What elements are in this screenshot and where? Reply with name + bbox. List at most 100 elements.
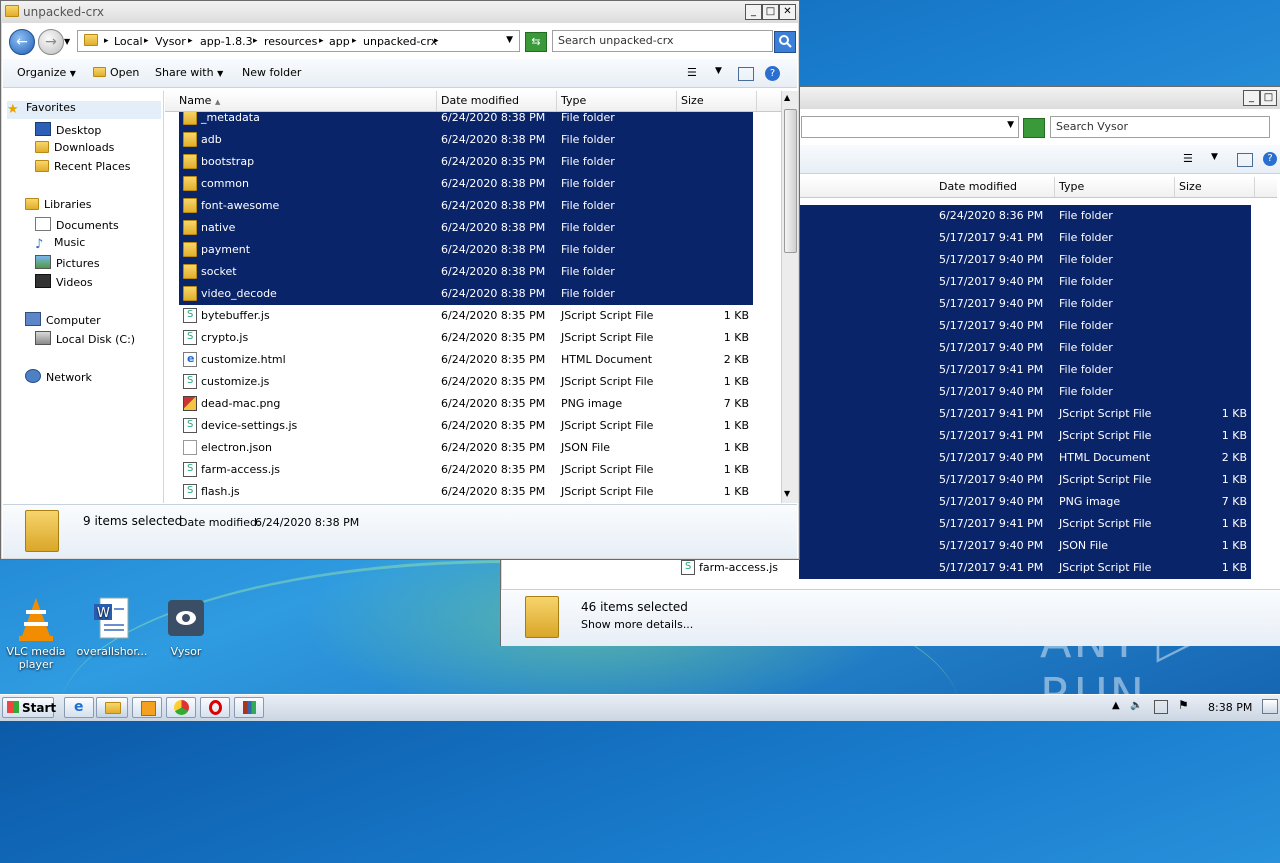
start-button[interactable]: Start [2,697,56,718]
file-row[interactable]: customize.html 6/24/2020 8:35 PM HTML Docu… [179,349,753,371]
nav-favorites[interactable]: ★ Favorites [7,101,161,119]
volume-icon[interactable]: 🔈 [1130,700,1142,711]
chevron-down-icon[interactable]: ▼ [506,35,513,45]
view-options-icon[interactable]: ☰ [1183,152,1193,165]
file-row[interactable]: 5/17/2017 9:41 PM File folder [799,359,1251,381]
recent-pages-icon[interactable]: ▼ [64,37,70,46]
file-row[interactable]: 5/17/2017 9:40 PM File folder [799,293,1251,315]
scroll-up-icon[interactable]: ▲ [784,93,790,102]
close-button[interactable]: ✕ [779,4,796,20]
nav-recent-places[interactable]: Recent Places [35,160,131,173]
nav-documents[interactable]: Documents [35,217,119,232]
file-row[interactable]: font-awesome 6/24/2020 8:38 PM File folder [179,195,753,217]
file-row[interactable]: device-settings.js 6/24/2020 8:35 PM JScri… [179,415,753,437]
file-row[interactable]: 5/17/2017 9:40 PM JScript Script File 1 KB [799,469,1251,491]
taskbar-chrome-button[interactable] [166,697,196,718]
new-folder-button[interactable]: New folder [242,66,301,79]
vertical-scrollbar[interactable]: ▲ ▼ [781,91,798,503]
file-row[interactable]: 5/17/2017 9:41 PM JScript Script File 1 KB [799,403,1251,425]
column-date[interactable]: Date modified [935,177,1055,197]
nav-videos[interactable]: Videos [35,274,93,289]
forward-button[interactable]: → [38,29,64,55]
file-row[interactable]: 5/17/2017 9:40 PM File folder [799,315,1251,337]
file-row[interactable]: _metadata 6/24/2020 8:38 PM File folder [179,112,753,129]
nav-local-disk[interactable]: Local Disk (C:) [35,331,135,346]
file-row[interactable]: 5/17/2017 9:40 PM PNG image 7 KB [799,491,1251,513]
taskbar-media-button[interactable] [132,697,162,718]
file-row[interactable]: 6/24/2020 8:36 PM File folder [799,205,1251,227]
file-row[interactable]: 5/17/2017 9:41 PM File folder [799,227,1251,249]
column-name[interactable]: Name ▲ [175,91,437,111]
file-row[interactable]: video_decode 6/24/2020 8:38 PM File folder [179,283,753,305]
file-row[interactable]: 5/17/2017 9:41 PM JScript Script File 1 KB [799,513,1251,535]
show-desktop-button[interactable] [1262,699,1278,714]
breadcrumb-vysor[interactable]: Vysor [155,35,186,48]
nav-computer[interactable]: Computer [25,312,101,327]
file-row[interactable]: electron.json 6/24/2020 8:35 PM JSON File 1… [179,437,753,459]
search-input[interactable]: Search unpacked-crx [552,30,773,52]
taskbar-opera-button[interactable] [200,697,230,718]
search-icon[interactable] [774,31,796,53]
nav-pictures[interactable]: Pictures [35,255,100,270]
address-bar[interactable]: ▸ Local ▸ Vysor ▸ app-1.8.3 ▸ resources … [77,30,520,52]
nav-desktop[interactable]: Desktop [35,122,101,137]
file-row[interactable]: 5/17/2017 9:40 PM HTML Document 2 KB [799,447,1251,469]
file-row[interactable]: 5/17/2017 9:40 PM File folder [799,381,1251,403]
desktop-icon-word-doc[interactable]: W overallshor... [72,596,152,658]
taskbar-winrar-button[interactable] [234,697,264,718]
column-size[interactable]: Size [1175,177,1255,197]
file-row[interactable]: customize.js 6/24/2020 8:35 PM JScript Scr… [179,371,753,393]
nav-libraries[interactable]: Libraries [25,198,92,211]
desktop-icon-vysor[interactable]: Vysor [146,596,226,658]
column-type[interactable]: Type [557,91,677,111]
help-icon[interactable]: ? [1263,152,1277,166]
file-row[interactable]: native 6/24/2020 8:38 PM File folder [179,217,753,239]
file-row[interactable]: 5/17/2017 9:41 PM JScript Script File 1 KB [799,425,1251,447]
maximize-button[interactable]: □ [762,4,779,20]
show-hidden-icons[interactable]: ▲ [1112,700,1120,711]
minimize-button[interactable]: _ [1243,90,1260,106]
file-row[interactable]: bytebuffer.js 6/24/2020 8:35 PM JScript Sc… [179,305,753,327]
column-type[interactable]: Type [1055,177,1175,197]
column-date[interactable]: Date modified [437,91,557,111]
breadcrumb-app[interactable]: app [329,35,350,48]
file-row[interactable]: crypto.js 6/24/2020 8:35 PM JScript Script… [179,327,753,349]
file-row[interactable]: 5/17/2017 9:40 PM File folder [799,249,1251,271]
file-row[interactable]: adb 6/24/2020 8:38 PM File folder [179,129,753,151]
chevron-down-icon[interactable]: ▼ [1007,120,1014,130]
show-details-link[interactable]: Show more details... [581,618,693,631]
maximize-button[interactable]: □ [1260,90,1277,106]
explorer-window[interactable]: unpacked-crx _ □ ✕ ← → ▼ ▸ Local ▸ Vysor… [0,0,800,560]
address-bar[interactable]: ▼ [801,116,1019,138]
column-size[interactable]: Size [677,91,757,111]
action-center-flag-icon[interactable]: ⚑ [1178,698,1189,712]
view-options-icon[interactable]: ☰ [687,66,697,79]
minimize-button[interactable]: _ [745,4,762,20]
file-row[interactable]: socket 6/24/2020 8:38 PM File folder [179,261,753,283]
file-row[interactable]: 5/17/2017 9:40 PM JSON File 1 KB [799,535,1251,557]
file-row[interactable]: payment 6/24/2020 8:38 PM File folder [179,239,753,261]
back-button[interactable]: ← [9,29,35,55]
file-row[interactable]: flash.js 6/24/2020 8:35 PM JScript Script … [179,481,753,503]
search-input[interactable]: Search Vysor [1050,116,1270,138]
file-row[interactable]: common 6/24/2020 8:38 PM File folder [179,173,753,195]
network-tray-icon[interactable] [1154,700,1168,714]
breadcrumb-unpacked-crx[interactable]: unpacked-crx [363,35,437,48]
breadcrumb-app-version[interactable]: app-1.8.3 [200,35,253,48]
scroll-down-icon[interactable]: ▼ [784,489,790,498]
preview-pane-icon[interactable] [1237,153,1253,167]
open-button[interactable]: Open [93,66,139,79]
view-dropdown-icon[interactable]: ▼ [1211,152,1218,162]
share-with-button[interactable]: Share with ▼ [155,66,223,79]
desktop-icon-vlc[interactable]: VLC media player [0,596,76,671]
taskbar-explorer-button[interactable] [96,697,128,718]
taskbar-ie-button[interactable]: e [64,697,94,718]
file-row[interactable]: dead-mac.png 6/24/2020 8:35 PM PNG image 7 … [179,393,753,415]
clock[interactable]: 8:38 PM [1208,701,1252,714]
file-row[interactable]: 5/17/2017 9:40 PM File folder [799,271,1251,293]
nav-music[interactable]: ♪ Music [35,236,85,252]
file-row[interactable]: 5/17/2017 9:40 PM File folder [799,337,1251,359]
help-icon[interactable]: ? [765,66,780,81]
preview-pane-icon[interactable] [738,67,754,81]
breadcrumb-local[interactable]: Local [114,35,143,48]
